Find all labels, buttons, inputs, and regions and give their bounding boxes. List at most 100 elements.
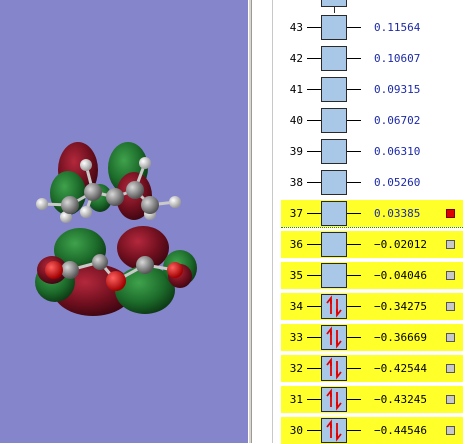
orbital-row[interactable]: 36 −0.02012 bbox=[281, 231, 463, 258]
level-line bbox=[347, 120, 361, 121]
up-down-arrows-icon bbox=[326, 357, 342, 380]
level-line bbox=[347, 368, 361, 369]
orbital-level-box[interactable] bbox=[321, 46, 347, 71]
gray-square-icon[interactable] bbox=[446, 364, 455, 373]
gray-square-icon[interactable] bbox=[446, 426, 455, 435]
carbon-atom bbox=[84, 183, 102, 201]
orbital-index: 32 bbox=[289, 362, 303, 375]
up-down-arrows-icon bbox=[326, 295, 342, 318]
orbital-box-partial bbox=[321, 0, 347, 7]
hydrogen-atom bbox=[80, 206, 92, 218]
orbital-row[interactable]: 42 0.10607 bbox=[281, 45, 463, 72]
orbital-index: 42 bbox=[289, 52, 303, 65]
orbital-level-box[interactable] bbox=[321, 77, 347, 102]
oxygen-atom bbox=[45, 261, 63, 279]
orbital-level-box[interactable] bbox=[321, 356, 347, 381]
orbital-row[interactable]: 33 −0.36669 bbox=[281, 324, 463, 351]
orbital-index: 31 bbox=[289, 393, 303, 406]
level-line bbox=[307, 244, 321, 245]
orbital-level-box[interactable] bbox=[321, 232, 347, 257]
level-line bbox=[347, 306, 361, 307]
molecule-viewer[interactable] bbox=[0, 0, 248, 443]
orbital-level-box[interactable] bbox=[321, 108, 347, 133]
orbital-energy: −0.36669 bbox=[374, 331, 427, 344]
gray-square-icon[interactable] bbox=[446, 395, 455, 404]
carbon-atom bbox=[106, 188, 124, 206]
orbital-row[interactable]: 35 −0.04046 bbox=[281, 262, 463, 289]
level-line bbox=[307, 275, 321, 276]
orbital-row[interactable]: 37 0.03385 bbox=[281, 200, 463, 227]
orbital-row[interactable]: 30 −0.44546 bbox=[281, 417, 463, 444]
orbital-energy: 0.03385 bbox=[374, 207, 421, 220]
orbital-row[interactable]: 38 0.05260 bbox=[281, 169, 463, 196]
carbon-atom bbox=[61, 196, 79, 214]
level-line bbox=[307, 430, 321, 431]
level-line bbox=[347, 430, 361, 431]
oxygen-atom bbox=[106, 271, 126, 291]
orbital-index: 37 bbox=[289, 207, 303, 220]
orbital-index: 43 bbox=[289, 21, 303, 34]
level-line bbox=[347, 399, 361, 400]
orbital-row[interactable]: 40 0.06702 bbox=[281, 107, 463, 134]
orbital-row[interactable]: 39 0.06310 bbox=[281, 138, 463, 165]
level-line bbox=[347, 275, 361, 276]
orbital-connector-partial bbox=[334, 7, 335, 13]
orbital-level-box[interactable] bbox=[321, 139, 347, 164]
level-line bbox=[307, 337, 321, 338]
orbital-energy: −0.42544 bbox=[374, 362, 427, 375]
up-down-arrows-icon bbox=[326, 326, 342, 349]
level-line bbox=[307, 58, 321, 59]
level-line bbox=[347, 213, 361, 214]
orbital-level-box[interactable] bbox=[321, 294, 347, 319]
level-line bbox=[307, 151, 321, 152]
level-line bbox=[307, 27, 321, 28]
orbital-index: 36 bbox=[289, 238, 303, 251]
orbital-energy: 0.05260 bbox=[374, 176, 421, 189]
carbon-atom bbox=[61, 261, 79, 279]
orbital-level-box[interactable] bbox=[321, 170, 347, 195]
orbital-level-box[interactable] bbox=[321, 325, 347, 350]
orbital-index: 41 bbox=[289, 83, 303, 96]
orbital-row[interactable]: 43 0.11564 bbox=[281, 14, 463, 41]
orbital-row[interactable]: 32 −0.42544 bbox=[281, 355, 463, 382]
orbital-level-box[interactable] bbox=[321, 387, 347, 412]
red-square-icon[interactable] bbox=[446, 209, 455, 218]
hydrogen-atom bbox=[36, 198, 48, 210]
carbon-atom bbox=[136, 256, 154, 274]
orbital-index: 33 bbox=[289, 331, 303, 344]
panel-rule bbox=[272, 0, 273, 443]
orbital-energy: −0.02012 bbox=[374, 238, 427, 251]
level-line bbox=[307, 368, 321, 369]
oxygen-atom bbox=[167, 262, 183, 278]
gray-square-icon[interactable] bbox=[446, 271, 455, 280]
hydrogen-atom bbox=[169, 196, 181, 208]
carbon-atom bbox=[92, 254, 108, 270]
orbital-row[interactable]: 31 −0.43245 bbox=[281, 386, 463, 413]
level-line bbox=[347, 182, 361, 183]
orbital-index: 39 bbox=[289, 145, 303, 158]
orbital-level-box[interactable] bbox=[321, 418, 347, 443]
orbital-row[interactable]: 34 −0.34275 bbox=[281, 293, 463, 320]
orbital-energy: −0.43245 bbox=[374, 393, 427, 406]
orbital-index: 38 bbox=[289, 176, 303, 189]
orbital-level-box[interactable] bbox=[321, 15, 347, 40]
orbital-index: 34 bbox=[289, 300, 303, 313]
orbital-energy: 0.11564 bbox=[374, 21, 421, 34]
orbital-level-box[interactable] bbox=[321, 263, 347, 288]
level-line bbox=[307, 89, 321, 90]
up-down-arrows-icon bbox=[326, 419, 342, 442]
orbital-level-box[interactable] bbox=[321, 201, 347, 226]
homo-lumo-separator bbox=[281, 227, 463, 228]
orbital-energy: −0.34275 bbox=[374, 300, 427, 313]
up-down-arrows-icon bbox=[326, 388, 342, 411]
gray-square-icon[interactable] bbox=[446, 333, 455, 342]
level-line bbox=[307, 213, 321, 214]
level-line bbox=[347, 89, 361, 90]
level-line bbox=[347, 337, 361, 338]
orbital-row[interactable]: 41 0.09315 bbox=[281, 76, 463, 103]
gray-square-icon[interactable] bbox=[446, 240, 455, 249]
gray-square-icon[interactable] bbox=[446, 302, 455, 311]
orbital-index: 30 bbox=[289, 424, 303, 437]
orbital-energy: 0.10607 bbox=[374, 52, 421, 65]
hydrogen-atom bbox=[139, 157, 151, 169]
